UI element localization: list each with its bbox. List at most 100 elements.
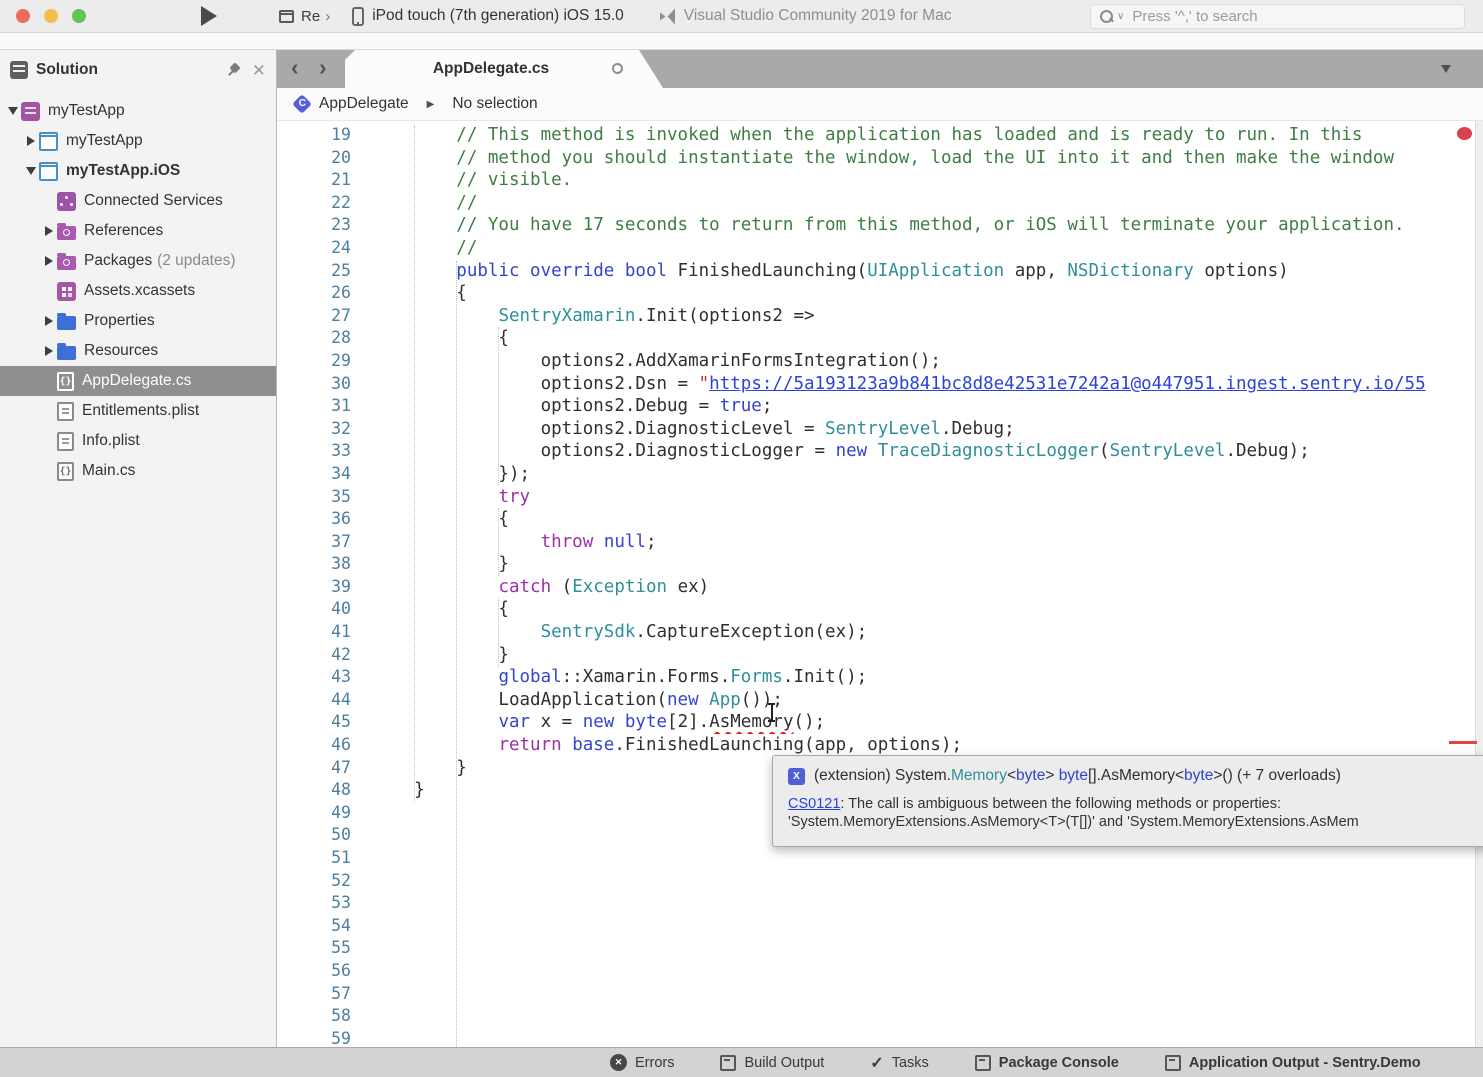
line-number[interactable]: 50 (277, 824, 357, 847)
line-number[interactable]: 42 (277, 644, 357, 667)
line-number[interactable]: 25 (277, 260, 357, 283)
code-line[interactable]: // method you should instantiate the win… (372, 147, 1475, 170)
error-marker-icon[interactable] (1457, 127, 1472, 140)
line-number[interactable]: 56 (277, 960, 357, 983)
line-number[interactable]: 30 (277, 373, 357, 396)
line-number[interactable]: 19 (277, 124, 357, 147)
tab-appdelegate-cs[interactable]: AppDelegate.cs (345, 50, 663, 88)
code-line[interactable]: public override bool FinishedLaunching(U… (372, 260, 1475, 283)
line-number[interactable]: 37 (277, 531, 357, 554)
line-number[interactable]: 22 (277, 192, 357, 215)
tree-item-assets-xcassets[interactable]: Assets.xcassets (0, 276, 276, 306)
line-number[interactable]: 28 (277, 327, 357, 350)
line-number[interactable]: 51 (277, 847, 357, 870)
code-line[interactable]: // This method is invoked when the appli… (372, 124, 1475, 147)
line-number[interactable]: 59 (277, 1028, 357, 1047)
line-number[interactable]: 26 (277, 282, 357, 305)
close-icon[interactable]: ✕ (252, 62, 266, 79)
tree-item-connected-services[interactable]: Connected Services (0, 186, 276, 216)
code-line[interactable]: options2.AddXamarinFormsIntegration(); (372, 350, 1475, 373)
line-number[interactable]: 24 (277, 237, 357, 260)
run-icon[interactable] (201, 6, 217, 26)
tree-item-info-plist[interactable]: Info.plist (0, 426, 276, 456)
statusbar-item-package-console[interactable]: Package Console (975, 1055, 1119, 1071)
line-number[interactable]: 27 (277, 305, 357, 328)
breadcrumb-selection[interactable]: No selection (452, 95, 537, 113)
line-number[interactable]: 21 (277, 169, 357, 192)
tree-item-main-cs[interactable]: Main.cs (0, 456, 276, 486)
line-number[interactable]: 47 (277, 757, 357, 780)
tree-item-mytestapp[interactable]: myTestApp (0, 126, 276, 156)
line-number[interactable]: 54 (277, 915, 357, 938)
line-number[interactable]: 31 (277, 395, 357, 418)
vertical-scrollbar[interactable] (1475, 121, 1483, 1047)
line-number[interactable]: 39 (277, 576, 357, 599)
code-line[interactable]: { (372, 327, 1475, 350)
line-number[interactable]: 43 (277, 666, 357, 689)
line-number[interactable]: 44 (277, 689, 357, 712)
close-window-button[interactable] (16, 9, 30, 23)
tree-item-packages[interactable]: Packages(2 updates) (0, 246, 276, 276)
tree-item-mytestapp[interactable]: myTestApp (0, 96, 276, 126)
line-number[interactable]: 32 (277, 418, 357, 441)
code-line[interactable]: SentrySdk.CaptureException(ex); (372, 621, 1475, 644)
code-line[interactable]: options2.Debug = true; (372, 395, 1475, 418)
zoom-window-button[interactable] (72, 9, 86, 23)
line-number[interactable]: 57 (277, 983, 357, 1006)
code-line[interactable] (372, 983, 1475, 1006)
code-line[interactable]: SentryXamarin.Init(options2 => (372, 305, 1475, 328)
line-number[interactable]: 38 (277, 553, 357, 576)
code-line[interactable]: LoadApplication(new App()); (372, 689, 1475, 712)
code-line[interactable] (372, 915, 1475, 938)
statusbar-item-build-output[interactable]: Build Output (720, 1055, 824, 1071)
chevron-down-icon[interactable] (22, 167, 39, 175)
code-line[interactable]: // (372, 237, 1475, 260)
statusbar-item-errors[interactable]: ✕Errors (610, 1054, 674, 1071)
code-line[interactable] (372, 1005, 1475, 1028)
line-number[interactable]: 41 (277, 621, 357, 644)
line-number[interactable]: 52 (277, 870, 357, 893)
configuration-selector[interactable]: Re › (279, 8, 330, 25)
code-editor[interactable]: 1920212223242526272829303132333435363738… (277, 121, 1483, 1047)
code-line[interactable] (372, 892, 1475, 915)
code-line[interactable]: } (372, 553, 1475, 576)
line-number[interactable]: 58 (277, 1005, 357, 1028)
search-input[interactable]: ∨ Press '^,' to search (1090, 4, 1465, 29)
statusbar-item-tasks[interactable]: ✓Tasks (870, 1053, 928, 1073)
line-number[interactable]: 45 (277, 711, 357, 734)
code-line[interactable]: catch (Exception ex) (372, 576, 1475, 599)
error-code-link[interactable]: CS0121 (788, 796, 840, 812)
code-line[interactable] (372, 847, 1475, 870)
chevron-right-icon[interactable] (40, 256, 57, 266)
line-number[interactable]: 34 (277, 463, 357, 486)
line-number[interactable]: 36 (277, 508, 357, 531)
tab-close-indicator-icon[interactable] (612, 63, 623, 74)
code-line[interactable] (372, 937, 1475, 960)
chevron-down-icon[interactable] (4, 107, 21, 115)
line-number[interactable]: 20 (277, 147, 357, 170)
tab-list-dropdown-icon[interactable] (1441, 65, 1451, 73)
code-line[interactable]: var x = new byte[2].AsMemory(); (372, 711, 1475, 734)
code-line[interactable]: } (372, 644, 1475, 667)
chevron-right-icon[interactable] (40, 346, 57, 356)
line-number[interactable]: 35 (277, 486, 357, 509)
line-number[interactable]: 49 (277, 802, 357, 825)
line-number[interactable]: 33 (277, 440, 357, 463)
tree-item-appdelegate-cs[interactable]: AppDelegate.cs (0, 366, 276, 396)
scrollbar-error-marker[interactable] (1449, 741, 1477, 744)
code-line[interactable]: options2.DiagnosticLogger = new TraceDia… (372, 440, 1475, 463)
code-line[interactable]: { (372, 508, 1475, 531)
tree-item-mytestapp-ios[interactable]: myTestApp.iOS (0, 156, 276, 186)
chevron-right-icon[interactable] (40, 226, 57, 236)
code-line[interactable] (372, 960, 1475, 983)
line-number-gutter[interactable]: 1920212223242526272829303132333435363738… (277, 124, 357, 1047)
line-number[interactable]: 29 (277, 350, 357, 373)
code-line[interactable]: // You have 17 seconds to return from th… (372, 214, 1475, 237)
chevron-right-icon[interactable] (40, 316, 57, 326)
line-number[interactable]: 48 (277, 779, 357, 802)
pin-icon[interactable] (226, 62, 242, 78)
code-line[interactable]: return base.FinishedLaunching(app, optio… (372, 734, 1475, 757)
navigate-back-button[interactable]: ‹ (291, 54, 299, 81)
code-line[interactable]: { (372, 282, 1475, 305)
tree-item-references[interactable]: References (0, 216, 276, 246)
